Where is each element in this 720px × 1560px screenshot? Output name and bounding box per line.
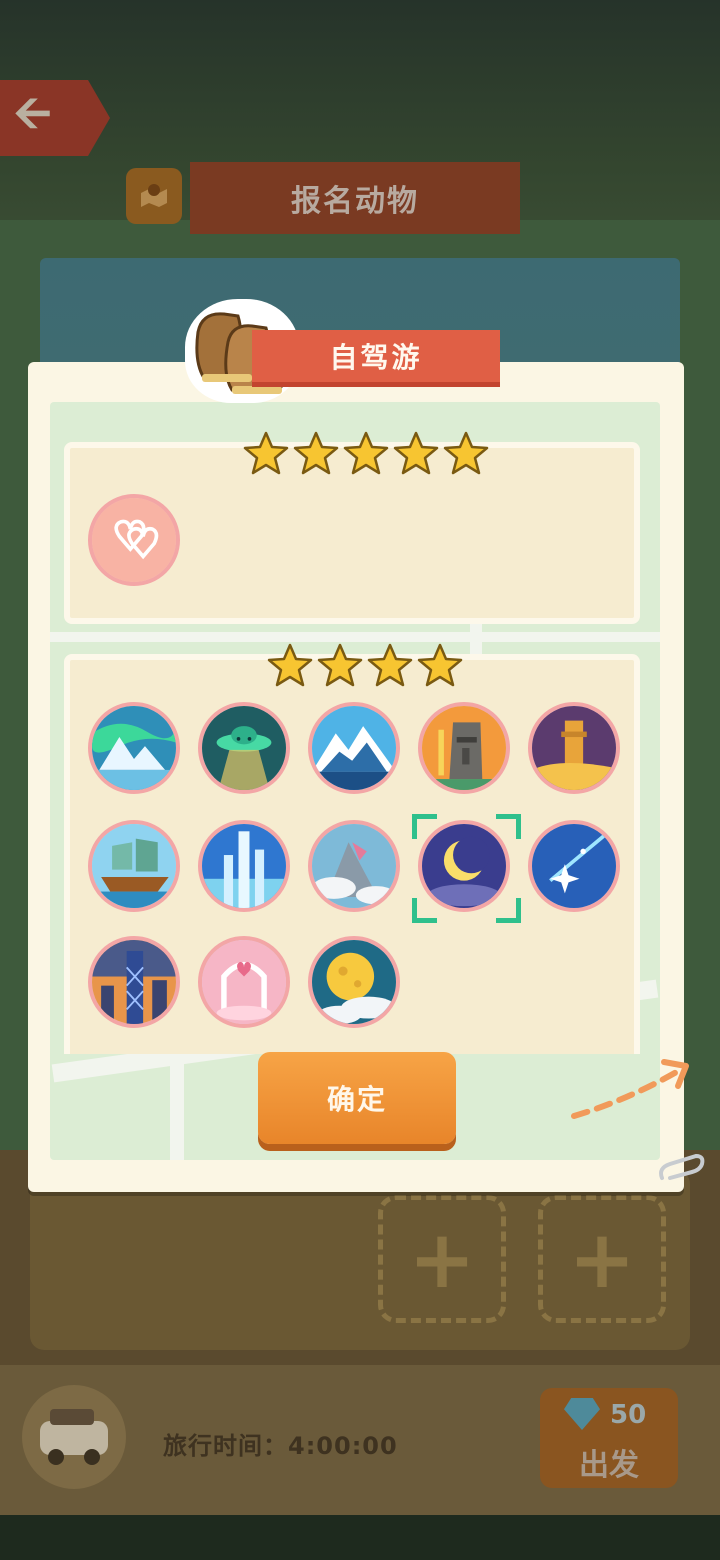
- selection-corner: [496, 814, 521, 839]
- empty-slot-plus-icon: +: [538, 1195, 666, 1323]
- star-icon: [443, 431, 489, 475]
- four-star-rating: [266, 642, 464, 688]
- empty-slot-plus-icon: +: [378, 1195, 506, 1323]
- five-star-rating: [242, 430, 490, 476]
- city-tower-icon[interactable]: [88, 936, 180, 1028]
- gem-icon: [564, 1398, 600, 1430]
- shooting-star-icon[interactable]: [528, 820, 620, 912]
- skyscraper-icon[interactable]: [198, 820, 290, 912]
- star-icon: [343, 431, 389, 475]
- travel-time-label: 旅行时间：4:00:00: [163, 1432, 398, 1460]
- depart-label: 出发: [579, 1448, 639, 1483]
- cloud-mountain-icon[interactable]: [308, 820, 400, 912]
- back-button[interactable]: 🡨: [0, 80, 110, 156]
- map-pin-icon: [141, 184, 167, 207]
- paper-clip-icon: [659, 1153, 705, 1180]
- four-star-section: [64, 643, 640, 1054]
- star-icon: [293, 431, 339, 475]
- star-icon: [317, 643, 363, 687]
- selection-corner: [412, 898, 437, 923]
- dashed-arrow-icon: [571, 1059, 689, 1119]
- ufo-icon[interactable]: [198, 702, 290, 794]
- depart-button[interactable]: 50 出发: [540, 1388, 678, 1488]
- modal-title-ribbon: 自驾游: [252, 330, 500, 382]
- arrow-left-icon: 🡨: [14, 85, 52, 139]
- star-icon: [417, 643, 463, 687]
- moai-statue-icon[interactable]: [418, 702, 510, 794]
- page-title: 报名动物: [291, 184, 419, 219]
- confirm-button[interactable]: 确定: [258, 1052, 456, 1144]
- desert-tower-icon[interactable]: [528, 702, 620, 794]
- sailing-ship-icon[interactable]: [88, 820, 180, 912]
- depart-cost: 50: [610, 1400, 647, 1430]
- snow-mountain-icon[interactable]: [308, 702, 400, 794]
- full-moon-icon[interactable]: [308, 936, 400, 1028]
- selection-corner: [496, 898, 521, 923]
- car-icon: [22, 1385, 126, 1489]
- star-icon: [393, 431, 439, 475]
- modal-title: 自驾游: [329, 341, 423, 374]
- star-icon: [367, 643, 413, 687]
- page-title-banner: 报名动物: [190, 162, 520, 234]
- star-icon: [243, 431, 289, 475]
- heart-gate-icon[interactable]: [198, 936, 290, 1028]
- iceberg-aurora-icon[interactable]: [88, 702, 180, 794]
- selection-corner: [412, 814, 437, 839]
- map-pin-button[interactable]: [126, 168, 182, 224]
- destination-modal: 自驾游 确定: [28, 302, 689, 1192]
- confirm-label: 确定: [326, 1083, 387, 1116]
- double-heart-icon[interactable]: [88, 494, 180, 586]
- star-icon: [267, 643, 313, 687]
- bottom-strip: [0, 1515, 720, 1560]
- five-star-section: [64, 431, 640, 624]
